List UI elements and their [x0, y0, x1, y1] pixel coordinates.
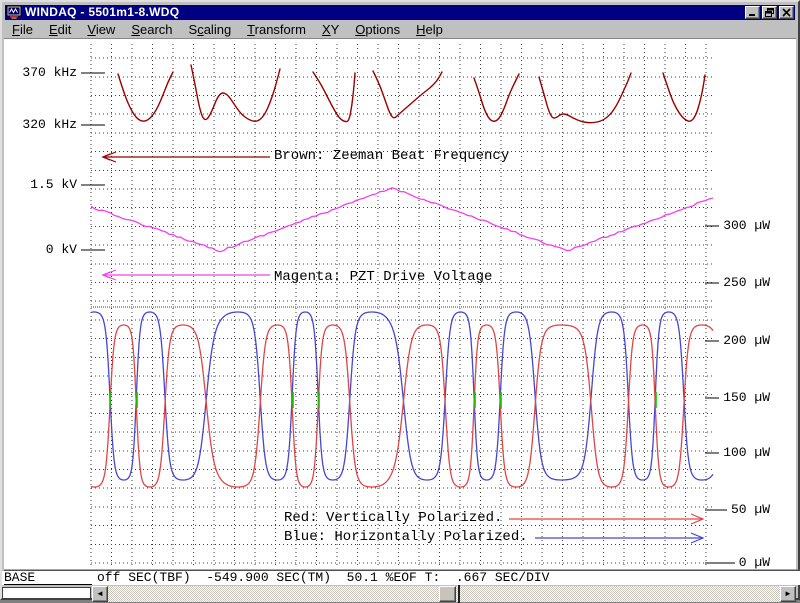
- scroll-left-icon: ◄: [96, 589, 104, 598]
- menu-item-file[interactable]: File: [4, 21, 41, 38]
- restore-button[interactable]: [762, 6, 777, 19]
- menu-item-help[interactable]: Help: [408, 21, 451, 38]
- scroll-right-icon: ►: [784, 589, 792, 598]
- menu-item-transform[interactable]: Transform: [239, 21, 314, 38]
- status-fields: off SEC(TBF) -549.900 SEC(TM) 50.1 %EOF …: [97, 571, 549, 585]
- window-controls: [745, 6, 794, 19]
- close-button[interactable]: [779, 6, 794, 19]
- menu-bar: FileEditViewSearchScalingTransformXYOpti…: [4, 21, 796, 39]
- right-axis-label: 50 µW: [731, 503, 770, 517]
- restore-icon: [765, 8, 774, 17]
- minimize-icon: [748, 8, 757, 17]
- right-axis-label: 300 µW: [723, 219, 770, 233]
- annotation-blue: Blue: Horizontally Polarized.: [284, 530, 528, 544]
- annotation-zeeman: Brown: Zeeman Beat Frequency: [274, 149, 509, 163]
- plot-area[interactable]: [4, 40, 796, 570]
- windaq-app-icon[interactable]: [6, 6, 22, 19]
- menu-item-scaling[interactable]: Scaling: [181, 21, 240, 38]
- left-axis-label: 1.5 kV: [2, 178, 77, 192]
- menu-item-edit[interactable]: Edit: [41, 21, 79, 38]
- right-axis-label: 100 µW: [723, 446, 770, 460]
- menu-item-search[interactable]: Search: [123, 21, 180, 38]
- menu-item-options[interactable]: Options: [347, 21, 408, 38]
- right-axis-label: 200 µW: [723, 334, 770, 348]
- close-icon: [782, 8, 791, 17]
- status-bar: BASE off SEC(TBF) -549.900 SEC(TM) 50.1 …: [2, 571, 800, 585]
- right-axis-label: 0 µW: [739, 556, 770, 570]
- status-base-label: BASE: [4, 571, 92, 585]
- scrollbar-position-cursor: [458, 585, 460, 603]
- annotation-pzt: Magenta: PZT Drive Voltage: [274, 270, 492, 284]
- windaq-window: WINDAQ - 5501m1-8.WDQ FileEditViewSearch…: [0, 0, 800, 600]
- minimize-button[interactable]: [745, 6, 760, 19]
- left-axis-label: 0 kV: [2, 243, 77, 257]
- event-marker-field: [2, 587, 91, 599]
- menu-item-view[interactable]: View: [79, 21, 123, 38]
- annotation-red: Red: Vertically Polarized.: [284, 511, 502, 525]
- right-axis-label: 150 µW: [723, 391, 770, 405]
- title-bar[interactable]: WINDAQ - 5501m1-8.WDQ: [5, 5, 795, 20]
- left-axis-label: 370 kHz: [2, 66, 77, 80]
- left-axis-label: 320 kHz: [2, 118, 77, 132]
- window-title: WINDAQ - 5501m1-8.WDQ: [25, 6, 745, 19]
- menu-item-xy[interactable]: XY: [314, 21, 347, 38]
- right-axis-label: 250 µW: [723, 276, 770, 290]
